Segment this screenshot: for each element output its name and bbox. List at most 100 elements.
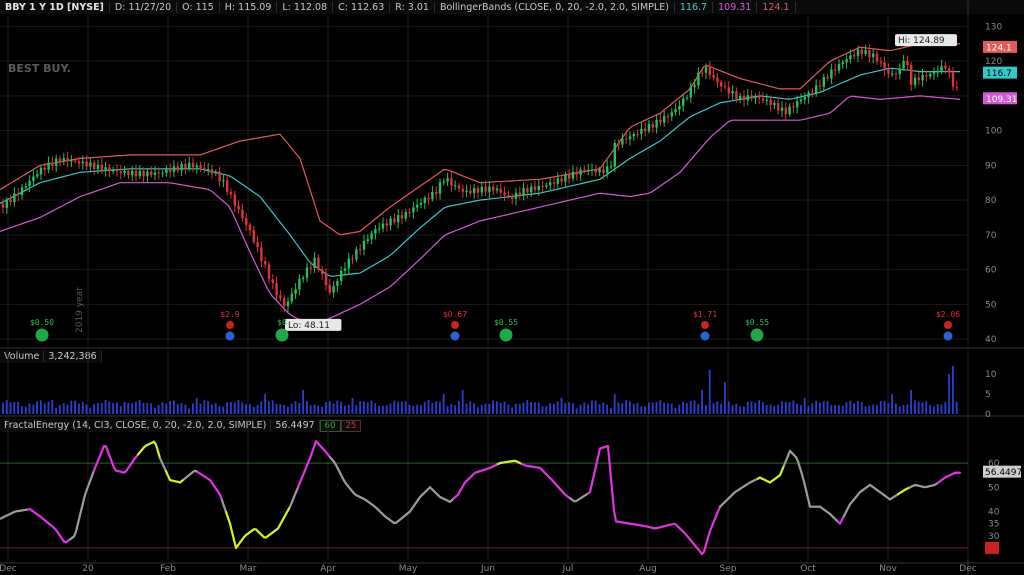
candle-body (663, 116, 666, 123)
candle-body (389, 218, 392, 226)
candle-body (264, 261, 267, 265)
candle-body (666, 116, 670, 118)
bb-upper-line (0, 43, 960, 236)
volume-bar (534, 402, 536, 414)
candle-body (723, 86, 727, 88)
candle-body (70, 160, 73, 162)
candle-body (169, 169, 172, 172)
candle-body (184, 163, 187, 169)
volume-bar (689, 401, 692, 414)
volume-bar (845, 401, 848, 414)
candle-body (936, 71, 939, 73)
volume-bar (279, 404, 282, 414)
candle-body (142, 170, 145, 177)
candle-body (511, 196, 514, 200)
candle-body (549, 182, 552, 186)
candle-body (153, 172, 157, 176)
volume-bar (731, 405, 734, 414)
price-tick-label: 120 (985, 57, 1002, 67)
candle-body (864, 50, 867, 54)
price-tick-label: 90 (985, 161, 997, 171)
volume-panel (2, 366, 958, 414)
volume-bar (511, 407, 513, 414)
volume-bar (290, 403, 293, 414)
candle-body (191, 162, 195, 168)
event-amount: $0.67 (443, 310, 467, 319)
volume-bar (773, 406, 776, 414)
volume-bar (765, 404, 768, 414)
candle-body (910, 65, 913, 85)
month-tick-label: Oct (800, 564, 816, 574)
candle-body (788, 106, 791, 115)
candle-body (560, 178, 563, 182)
volume-bar (598, 404, 601, 414)
volume-bar (530, 402, 532, 414)
candle-body (568, 174, 571, 179)
candle-body (381, 223, 385, 229)
candle-body (24, 186, 27, 188)
volume-bar (944, 402, 947, 414)
candle-body (921, 75, 924, 81)
annotation-label: Lo: 48.11 (288, 321, 330, 331)
candle-body (127, 170, 130, 176)
earnings-icon (701, 321, 709, 329)
volume-bar (306, 400, 308, 414)
candle-body (621, 138, 624, 145)
candle-body (172, 166, 176, 172)
candle-body (81, 161, 84, 164)
candle-body (564, 174, 567, 182)
candle-body (324, 273, 328, 286)
volume-bar (336, 400, 339, 414)
volume-bar (792, 400, 795, 414)
volume-bar (777, 404, 779, 414)
fe-segment (80, 497, 86, 509)
volume-bar (663, 402, 665, 414)
earnings-dividend-icon (450, 331, 460, 341)
candle-body (370, 233, 373, 240)
volume-bar (910, 390, 912, 414)
candle-body (385, 223, 388, 226)
earnings-dividend-icon (225, 331, 235, 341)
candle-body (765, 99, 768, 101)
candle-body (104, 167, 107, 171)
event-amount: $0.50 (30, 318, 54, 327)
volume-bar (769, 404, 772, 414)
candle-body (51, 162, 54, 166)
fe-segment (596, 447, 602, 459)
month-tick-label: Apr (320, 564, 336, 574)
candle-body (849, 55, 852, 60)
volume-bar (81, 401, 84, 414)
candle-body (590, 169, 594, 171)
candle-body (77, 161, 81, 164)
volume-bar (499, 402, 502, 414)
volume-bar (180, 402, 183, 414)
volume-bar (435, 401, 437, 414)
volume-bar (834, 405, 836, 414)
candle-body (222, 180, 225, 182)
candle-body (465, 190, 468, 192)
volume-bar (940, 404, 943, 414)
candle-body (955, 86, 958, 88)
candle-body (28, 180, 31, 187)
volume-bar (682, 401, 684, 414)
candle-body (761, 98, 765, 101)
candle-body (340, 270, 343, 281)
volume-bar (625, 400, 627, 414)
volume-bar (587, 404, 589, 414)
volume-bar (359, 401, 361, 414)
candle-body (697, 72, 700, 86)
volume-bar (697, 404, 700, 414)
price-tag-value: 116.7 (986, 69, 1012, 79)
volume-bar (287, 406, 289, 414)
candle-body (488, 186, 491, 192)
candle-body (138, 170, 141, 177)
candle-body (267, 264, 271, 280)
volume-bar (583, 402, 586, 414)
candle-body (860, 49, 863, 54)
volume-bar (469, 401, 472, 414)
candle-body (712, 74, 715, 78)
month-tick-label: Dec (959, 564, 976, 574)
volume-bar (541, 406, 544, 414)
volume-bar (594, 400, 597, 414)
fe-segment (612, 509, 618, 523)
